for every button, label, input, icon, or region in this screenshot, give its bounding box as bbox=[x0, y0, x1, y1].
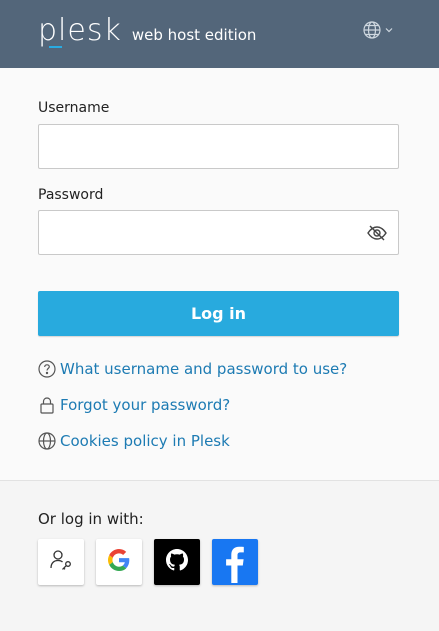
lock-icon bbox=[38, 396, 56, 414]
logo-edition: web host edition bbox=[131, 26, 257, 44]
social-login-title: Or log in with: bbox=[38, 510, 144, 528]
username-input[interactable] bbox=[38, 124, 399, 169]
facebook-icon bbox=[212, 537, 258, 587]
digital-id-login-button[interactable] bbox=[38, 539, 84, 585]
forgot-password-link[interactable]: Forgot your password? bbox=[38, 396, 230, 414]
cookies-policy-text: Cookies policy in Plesk bbox=[60, 432, 230, 450]
question-circle-icon bbox=[38, 360, 56, 378]
help-credentials-text: What username and password to use? bbox=[60, 360, 348, 378]
password-label: Password bbox=[38, 187, 104, 203]
plesk-logo: plesk web host edition bbox=[38, 13, 257, 48]
login-button[interactable]: Log in bbox=[38, 291, 399, 336]
forgot-password-text: Forgot your password? bbox=[60, 396, 231, 414]
help-credentials-link[interactable]: What username and password to use? bbox=[38, 360, 347, 378]
cookies-policy-link[interactable]: Cookies policy in Plesk bbox=[38, 432, 230, 450]
globe-icon bbox=[38, 432, 56, 450]
eye-slash-icon[interactable] bbox=[366, 222, 388, 244]
github-icon bbox=[166, 549, 188, 575]
logo-wordmark: plesk bbox=[38, 13, 122, 48]
top-header: plesk web host edition bbox=[0, 0, 439, 68]
language-selector[interactable] bbox=[363, 21, 393, 39]
logo-accent-mark bbox=[49, 46, 62, 48]
google-login-button[interactable] bbox=[96, 539, 142, 585]
password-input[interactable] bbox=[38, 210, 399, 255]
username-label: Username bbox=[38, 100, 110, 116]
facebook-login-button[interactable] bbox=[212, 539, 258, 585]
chevron-down-icon bbox=[385, 27, 393, 33]
google-icon bbox=[108, 549, 130, 575]
user-key-icon bbox=[48, 547, 74, 577]
globe-icon bbox=[363, 21, 381, 39]
github-login-button[interactable] bbox=[154, 539, 200, 585]
